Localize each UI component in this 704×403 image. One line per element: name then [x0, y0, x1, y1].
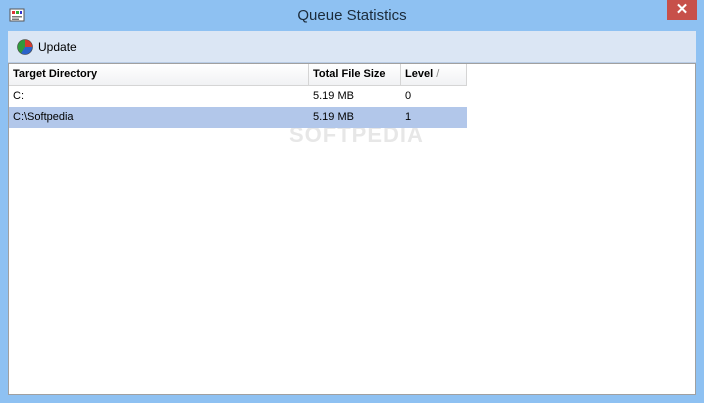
cell-target-directory: C:\Softpedia [13, 111, 74, 123]
update-button-label: Update [38, 40, 77, 54]
table-row-selected[interactable]: C:\Softpedia 5.19 MB 1 [9, 107, 467, 128]
title-bar[interactable]: Queue Statistics ✕ [0, 0, 704, 30]
pie-chart-icon [17, 39, 33, 55]
column-header-level-label: Level [405, 68, 434, 80]
sort-indicator: / [436, 68, 440, 80]
window-title: Queue Statistics [297, 7, 407, 24]
toolbar: Update [8, 31, 696, 63]
cell-level: 1 [405, 111, 412, 123]
cell-total-file-size: 5.19 MB [313, 111, 354, 123]
column-header-total-file-size[interactable]: Total File Size [309, 64, 401, 85]
update-button[interactable]: Update [16, 36, 77, 58]
statistics-list[interactable]: Target Directory Total File Size Level /… [9, 64, 467, 128]
queue-statistics-window: Queue Statistics ✕ Update SOFTPEDIA Targ… [0, 0, 704, 403]
cell-level: 0 [405, 90, 412, 102]
table-row[interactable]: C: 5.19 MB 0 [9, 86, 467, 107]
column-header-target-directory[interactable]: Target Directory [9, 64, 309, 85]
close-button[interactable]: ✕ [667, 0, 697, 20]
statistics-panel: SOFTPEDIA Target Directory Total File Si… [8, 63, 696, 395]
cell-target-directory: C: [13, 90, 24, 102]
cell-total-file-size: 5.19 MB [313, 90, 354, 102]
column-header-level[interactable]: Level / [401, 64, 467, 85]
list-header: Target Directory Total File Size Level / [9, 64, 467, 86]
